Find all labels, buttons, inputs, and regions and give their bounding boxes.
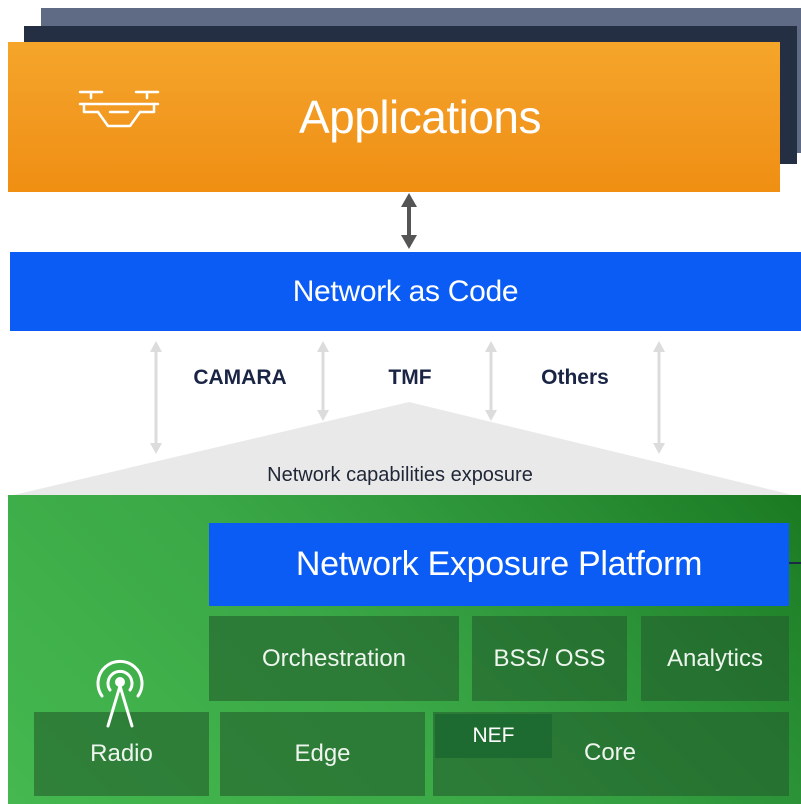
apps-nac-arrow — [401, 193, 417, 249]
exposure-arrow-1 — [150, 341, 162, 454]
exposure-arrow-4 — [653, 341, 665, 454]
edge-block: Edge — [220, 712, 425, 796]
connectors — [5, 193, 801, 497]
platform-connector-line — [789, 562, 801, 564]
exposure-arrow-3 — [485, 341, 497, 421]
label-others: Others — [541, 366, 609, 389]
nef-block: NEF — [435, 714, 552, 758]
applications-title: Applications — [298, 91, 542, 143]
orchestration-block: Orchestration — [209, 616, 459, 701]
drone-icon — [78, 90, 160, 128]
bss-oss-block: BSS/ OSS — [472, 616, 627, 701]
exposure-arrow-2 — [317, 341, 329, 421]
label-tmf: TMF — [388, 366, 432, 389]
antenna-icon — [96, 659, 144, 728]
network-as-code-bar: Network as Code — [10, 252, 801, 331]
label-camara: CAMARA — [193, 366, 287, 389]
core-label: Core — [583, 738, 637, 766]
network-capabilities-exposure-label: Network capabilities exposure — [267, 463, 533, 486]
analytics-block: Analytics — [641, 616, 789, 701]
network-exposure-platform: Network Exposure Platform — [209, 523, 789, 606]
